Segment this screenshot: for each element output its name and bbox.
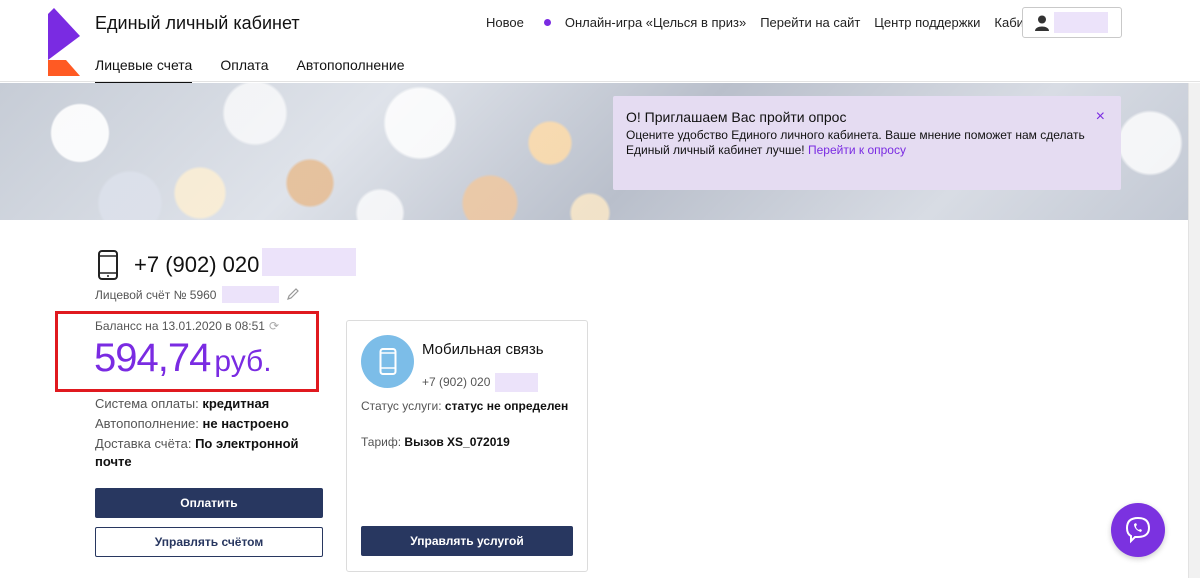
phone-icon [379, 348, 397, 375]
service-tariff-row: Тариф: Вызов XS_072019 [361, 433, 576, 451]
account-tabs: Лицевые счета Оплата Автопополнение [95, 57, 432, 84]
nav-new[interactable]: Новое [486, 15, 551, 30]
survey-notification: О! Приглашаем Вас пройти опрос Оцените у… [613, 96, 1121, 190]
pencil-icon[interactable] [287, 287, 300, 300]
new-indicator-dot [543, 19, 551, 26]
service-status-value: статус не определен [444, 399, 569, 413]
header: Единый личный кабинет Новое Онлайн-игра … [0, 0, 1200, 84]
mobile-service-icon [361, 335, 414, 388]
page-scrollbar[interactable] [1188, 83, 1200, 578]
balance-number: 594,74 [94, 336, 211, 380]
top-nav: Новое Онлайн-игра «Целься в приз» Перейт… [486, 15, 1067, 30]
tab-autopay[interactable]: Автопополнение [297, 57, 405, 84]
service-phone-redacted [495, 373, 538, 392]
nav-new-label: Новое [486, 15, 524, 30]
close-icon[interactable]: × [1096, 108, 1105, 126]
survey-link[interactable]: Перейти к опросу [808, 143, 906, 157]
delivery-label: Доставка счёта: [95, 436, 192, 451]
account-number-redacted [222, 286, 279, 303]
autopay-row: Автопополнение: не настроено [95, 415, 289, 433]
tab-accounts[interactable]: Лицевые счета [95, 57, 193, 84]
rostelecom-logo[interactable] [48, 8, 80, 76]
viber-chat-button[interactable] [1111, 503, 1165, 557]
nav-game[interactable]: Онлайн-игра «Целься в приз» [565, 15, 746, 30]
manage-service-button[interactable]: Управлять услугой [361, 526, 573, 556]
service-title: Мобильная связь [422, 341, 544, 358]
user-menu-button[interactable] [1022, 7, 1122, 38]
user-icon [1035, 15, 1049, 31]
service-status-label: Статус услуги: [361, 399, 442, 413]
autopay-label: Автопополнение: [95, 416, 199, 431]
payment-system-row: Система оплаты: кредитная [95, 395, 269, 413]
refresh-icon[interactable]: ⟳ [269, 319, 279, 333]
balance-label: Балансс на 13.01.2020 в 08:51 [95, 319, 265, 333]
balance-amount: 594,74 руб. [94, 336, 272, 381]
autopay-value: не настроено [202, 416, 289, 431]
pay-button[interactable]: Оплатить [95, 488, 323, 518]
service-phone: +7 (902) 020 [422, 375, 491, 389]
account-number: Лицевой счёт № 5960 [95, 288, 217, 302]
phone-icon [98, 250, 118, 280]
phone-number-redacted [262, 248, 356, 276]
tab-payment[interactable]: Оплата [220, 57, 268, 84]
manage-account-button[interactable]: Управлять счётом [95, 527, 323, 557]
nav-site[interactable]: Перейти на сайт [760, 15, 860, 30]
nav-support[interactable]: Центр поддержки [874, 15, 980, 30]
payment-system-value: кредитная [202, 396, 270, 411]
delivery-row: Доставка счёта: По электронной почте [95, 435, 310, 471]
balance-currency: руб. [214, 345, 272, 378]
survey-text: Оцените удобство Единого личного кабинет… [626, 128, 1106, 158]
payment-system-label: Система оплаты: [95, 396, 199, 411]
service-tariff-value: Вызов XS_072019 [404, 435, 510, 449]
service-tariff-label: Тариф: [361, 435, 402, 449]
viber-icon [1125, 516, 1151, 544]
app-title: Единый личный кабинет [95, 13, 300, 33]
user-name-redacted [1054, 12, 1108, 33]
service-status-row: Статус услуги: статус не определен [361, 397, 576, 415]
phone-number: +7 (902) 020 [134, 252, 260, 277]
survey-title: О! Приглашаем Вас пройти опрос [626, 109, 847, 125]
